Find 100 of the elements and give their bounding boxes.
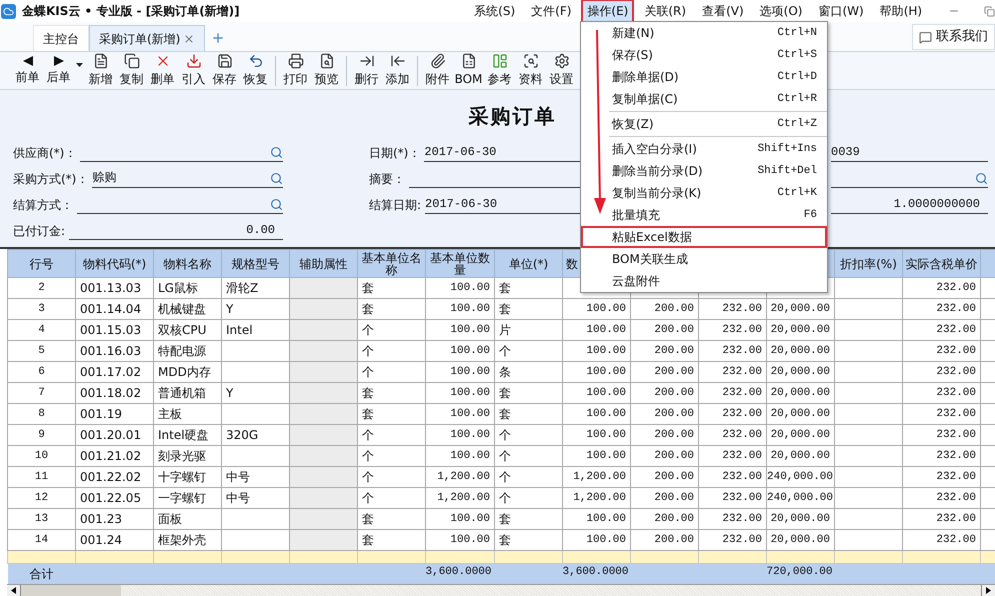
- tab[interactable]: 主控台: [33, 25, 89, 51]
- column-header[interactable]: 物料名称: [154, 250, 222, 278]
- scroll-right-icon[interactable]: [986, 586, 991, 594]
- toolbar-button[interactable]: 删单: [147, 52, 178, 88]
- table-cell: 机械键盘: [154, 298, 222, 320]
- menu-bar-item[interactable]: 关联(R): [640, 0, 690, 22]
- column-header[interactable]: 辅助属性: [290, 250, 358, 278]
- horizontal-scrollbar[interactable]: [7, 584, 995, 596]
- table-cell: 面板: [154, 508, 222, 530]
- column-header[interactable]: 行号: [8, 250, 76, 278]
- menu-item[interactable]: 粘贴Excel数据: [581, 226, 827, 248]
- menu-bar-item[interactable]: 系统(S): [470, 0, 520, 22]
- input-field[interactable]: 0.00: [69, 222, 283, 240]
- table-cell: 001.23: [76, 508, 154, 530]
- input-field[interactable]: [831, 170, 988, 188]
- table-cell: 套: [494, 508, 562, 530]
- table-cell: 套: [494, 382, 562, 404]
- column-header[interactable]: 实际含税单价: [902, 250, 980, 278]
- column-header[interactable]: 基本单位数量: [426, 250, 494, 278]
- table-cell: 条: [494, 362, 562, 382]
- menu-bar-item[interactable]: 文件(F): [527, 0, 576, 22]
- table-cell: 200.00: [630, 382, 698, 404]
- toolbar-button[interactable]: 引入: [178, 52, 209, 88]
- menu-item[interactable]: 新建(N) Ctrl+N: [581, 22, 827, 44]
- table-cell: 001.22.02: [76, 466, 154, 488]
- search-icon[interactable]: [975, 172, 988, 185]
- column-header[interactable]: 规格型号: [222, 250, 290, 278]
- table-cell: 套: [358, 298, 426, 320]
- input-field[interactable]: [80, 144, 283, 162]
- toolbar-button[interactable]: 附件: [422, 52, 453, 88]
- table-cell: 100.00: [426, 424, 494, 446]
- preview-icon: [318, 53, 334, 69]
- menu-bar-item[interactable]: 窗口(W): [814, 0, 868, 22]
- column-header[interactable]: 物料代码(*): [76, 250, 154, 278]
- toolbar-button[interactable]: 恢复: [240, 52, 271, 88]
- input-field[interactable]: 赊购: [92, 170, 283, 188]
- add-tab-icon[interactable]: [211, 31, 226, 45]
- toolbar-button[interactable]: 参考: [484, 52, 515, 88]
- toolbar-button[interactable]: 设置: [546, 52, 577, 88]
- table-cell: 20,000.00: [766, 508, 834, 530]
- table-cell: 100.00: [426, 446, 494, 466]
- menu-bar-item[interactable]: 操作(E): [583, 0, 632, 22]
- contact-button[interactable]: 联系我们: [912, 24, 995, 50]
- table-cell: 2: [8, 278, 76, 298]
- table-cell: 20,000.00: [766, 404, 834, 424]
- menu-item[interactable]: 删除单据(D) Ctrl+D: [581, 66, 827, 88]
- table-cell: MDD内存: [154, 362, 222, 382]
- toolbar-button[interactable]: 后单: [43, 52, 74, 88]
- toolbar-button[interactable]: 预览: [311, 52, 342, 88]
- table-cell: 200.00: [630, 362, 698, 382]
- table-cell: 100.00: [426, 340, 494, 362]
- table-cell: 套: [358, 404, 426, 424]
- table-cell: 5: [8, 340, 76, 362]
- field-label: 采购方式(*)：: [13, 171, 90, 188]
- menu-item[interactable]: 云盘附件: [581, 270, 827, 292]
- menu-bar-item[interactable]: 查看(V): [698, 0, 748, 22]
- menu-item[interactable]: BOM关联生成: [581, 248, 827, 270]
- input-field[interactable]: 0039: [831, 144, 988, 162]
- table-cell: 200.00: [630, 320, 698, 340]
- search-icon[interactable]: [270, 172, 283, 185]
- menu-item[interactable]: 删除当前分录(D) Shift+Del: [581, 160, 827, 182]
- menu-item[interactable]: 恢复(Z) Ctrl+Z: [581, 113, 827, 135]
- input-field[interactable]: 1.0000000000: [831, 196, 988, 214]
- table-cell: 232.00: [902, 508, 980, 530]
- settings-icon: [554, 53, 570, 69]
- table-cell: 232.00: [698, 446, 766, 466]
- toolbar-button[interactable]: 保存: [209, 52, 240, 88]
- table-cell: 232.00: [902, 278, 980, 298]
- table-cell: 100.00: [562, 362, 630, 382]
- toolbar-button[interactable]: 前单: [12, 52, 43, 88]
- table-cell: 6: [8, 362, 76, 382]
- table-cell: Intel硬盘: [154, 424, 222, 446]
- scroll-left-icon[interactable]: [11, 586, 16, 594]
- toolbar-button[interactable]: 添加: [382, 52, 413, 88]
- table-cell: 特配电源: [154, 340, 222, 362]
- table-cell: 232.00: [698, 424, 766, 446]
- caret-icon[interactable]: [76, 62, 83, 66]
- toolbar-button[interactable]: BOM: [453, 52, 484, 88]
- table-cell: 100.00: [562, 320, 630, 340]
- search-icon[interactable]: [270, 146, 283, 159]
- input-field[interactable]: [77, 196, 283, 214]
- menu-bar-item[interactable]: 选项(O): [756, 0, 806, 22]
- restore-icon[interactable]: [984, 6, 995, 16]
- column-header[interactable]: 基本单位名称: [358, 250, 426, 278]
- toolbar-button[interactable]: 新增: [85, 52, 116, 88]
- table-cell: 个: [358, 488, 426, 508]
- toolbar-button[interactable]: 资料: [515, 52, 546, 88]
- toolbar-button[interactable]: 删行: [351, 52, 382, 88]
- search-icon[interactable]: [270, 198, 283, 211]
- column-header[interactable]: 单位(*): [494, 250, 562, 278]
- menu-item[interactable]: 保存(S) Ctrl+S: [581, 44, 827, 66]
- close-icon[interactable]: [183, 32, 196, 44]
- menu-item[interactable]: 复制单据(C) Ctrl+R: [581, 88, 827, 110]
- toolbar-button[interactable]: 复制: [116, 52, 147, 88]
- table-cell: 200.00: [630, 424, 698, 446]
- tab[interactable]: 采购订单(新增): [89, 25, 206, 51]
- menu-bar-item[interactable]: 帮助(H): [876, 0, 926, 22]
- column-header[interactable]: 折扣率(%): [834, 250, 902, 278]
- table-cell: 232.00: [698, 362, 766, 382]
- toolbar-button[interactable]: 打印: [280, 52, 311, 88]
